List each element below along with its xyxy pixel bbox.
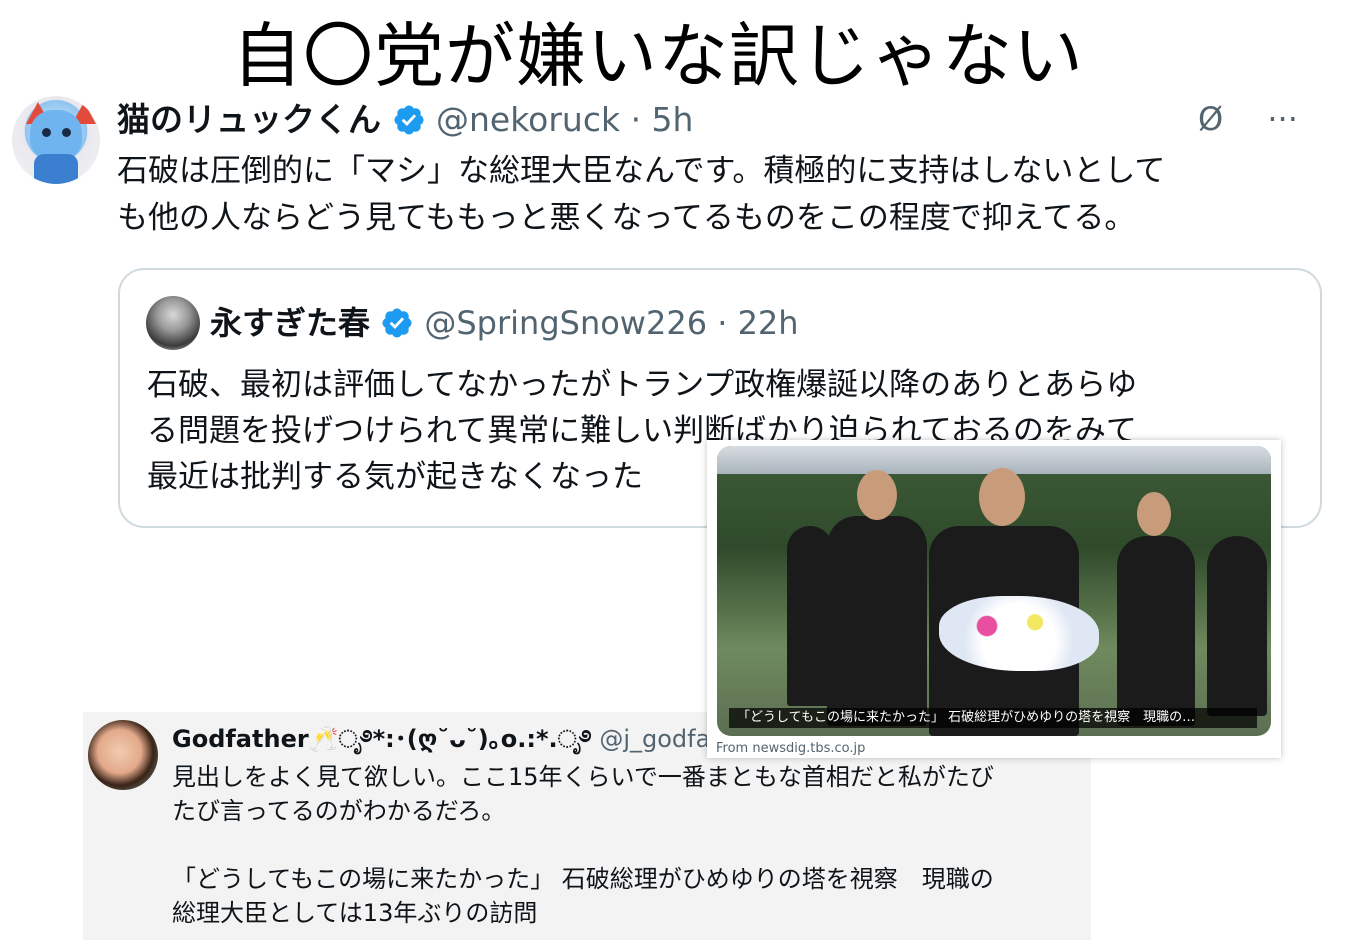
display-name[interactable]: 永すぎた春 (210, 304, 370, 342)
tweet-header: 猫のリュックくん @nekoruck · 5h (117, 98, 693, 142)
person-figure (1117, 536, 1195, 726)
handle[interactable]: @j_godfat (599, 725, 719, 753)
tweet-text: 石破は圧倒的に「マシ」な総理大臣なんです。積極的に支持はしないとして も他の人な… (117, 148, 1297, 242)
tweet-text: 見出しをよく見て欲しい。ここ15年くらいで一番まともな首相だと私がたび たび言っ… (172, 760, 1082, 930)
tweet-text-line: 石破、最初は評価してなかったがトランプ政権爆誕以降のありとあらゆ (147, 367, 1138, 403)
grok-icon[interactable]: Ø (1198, 100, 1223, 138)
meme-title: 自〇党が嫌いな訳じゃない (232, 15, 1084, 97)
person-figure (1207, 536, 1267, 716)
cat-eye (42, 128, 51, 137)
person-head (979, 468, 1025, 526)
avatar[interactable] (88, 720, 158, 790)
tweet-header: Godfather🥂ೃ࿔*:･(ღ˘ᴗ˘)｡o.:*.ೃ࿔ @j_godfat (172, 722, 720, 756)
person-head (857, 470, 897, 520)
timestamp[interactable]: · 22h (717, 304, 798, 342)
display-name[interactable]: Godfather🥂ೃ࿔*:･(ღ˘ᴗ˘)｡o.:*.ೃ࿔ (172, 725, 592, 753)
person-figure (827, 516, 927, 726)
person-head (1137, 492, 1171, 536)
tweet-text-line: 「どうしてもこの場に来たかった」 石破総理がひめゆりの塔を視察 現職の (172, 865, 994, 893)
cat-body (34, 154, 78, 184)
more-icon[interactable]: ··· (1267, 100, 1298, 138)
cat-face (30, 110, 82, 160)
display-name[interactable]: 猫のリュックくん (117, 100, 381, 139)
timestamp[interactable]: · 5h (631, 100, 694, 139)
verified-badge-icon (382, 308, 412, 338)
link-source[interactable]: From newsdig.tbs.co.jp (716, 741, 865, 756)
news-photo[interactable]: 「どうしてもこの場に来たかった」 石破総理がひめゆりの塔を視察 現職の… (717, 446, 1271, 736)
quoted-tweet-header: 永すぎた春 @SpringSnow226 · 22h (210, 301, 799, 345)
avatar[interactable] (146, 296, 200, 350)
flower-bouquet (939, 596, 1099, 671)
tweet-actions: Ø ··· (1198, 100, 1298, 138)
tweet-text-line: たび言ってるのがわかるだろ。 (172, 797, 506, 825)
avatar[interactable] (12, 96, 100, 184)
link-caption: 「どうしてもこの場に来たかった」 石破総理がひめゆりの塔を視察 現職の… (729, 708, 1257, 728)
handle[interactable]: @nekoruck (436, 100, 620, 139)
verified-badge-icon (393, 105, 424, 135)
tweet-text-line: 見出しをよく見て欲しい。ここ15年くらいで一番まともな首相だと私がたび (172, 763, 994, 791)
link-preview-card[interactable]: 「どうしてもこの場に来たかった」 石破総理がひめゆりの塔を視察 現職の… Fro… (707, 440, 1281, 758)
tweet-text-line: も他の人ならどう見てももっと悪くなってるものをこの程度で抑えてる。 (117, 200, 1136, 236)
tweet-text-line: 石破は圧倒的に「マシ」な総理大臣なんです。積極的に支持はしないとして (117, 153, 1166, 189)
handle[interactable]: @SpringSnow226 (424, 304, 707, 342)
tweet-text-line: 総理大臣としては13年ぶりの訪問 (172, 899, 538, 927)
cat-eye (62, 128, 71, 137)
